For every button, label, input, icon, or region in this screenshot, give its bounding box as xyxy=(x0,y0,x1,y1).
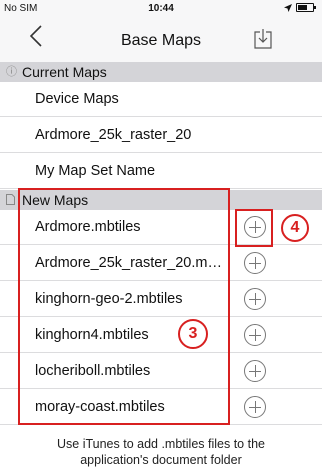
help-text: Use iTunes to add .mbtiles files to the … xyxy=(0,436,322,468)
add-circle-icon[interactable] xyxy=(244,324,266,346)
annotation-callout-4: 4 xyxy=(281,214,309,242)
annotation-box-add-button xyxy=(235,209,273,247)
add-circle-icon[interactable] xyxy=(244,396,266,418)
current-map-row[interactable]: My Map Set Name xyxy=(0,154,322,189)
annotation-callout-3: 3 xyxy=(178,319,208,349)
help-text-line-1: Use iTunes to add .mbtiles files to the xyxy=(57,437,265,451)
navigation-bar: Base Maps xyxy=(0,18,322,62)
add-circle-icon[interactable] xyxy=(244,288,266,310)
add-circle-icon[interactable] xyxy=(244,252,266,274)
current-map-row[interactable]: Ardmore_25k_raster_20 xyxy=(0,118,322,153)
map-name: My Map Set Name xyxy=(35,163,156,179)
current-maps-header: ⓘ Current Maps xyxy=(0,62,322,82)
clock: 10:44 xyxy=(148,3,174,14)
help-text-line-2: application's document folder xyxy=(80,453,242,467)
info-icon: ⓘ xyxy=(6,66,17,78)
status-indicators xyxy=(284,3,316,12)
download-icon xyxy=(254,29,272,49)
battery-icon xyxy=(296,3,316,12)
download-button[interactable] xyxy=(254,29,272,54)
annotation-box-new-maps xyxy=(18,188,230,425)
add-circle-icon[interactable] xyxy=(244,360,266,382)
map-name: Device Maps xyxy=(35,91,119,107)
map-name: Ardmore_25k_raster_20 xyxy=(35,127,192,143)
document-icon xyxy=(6,190,15,212)
section-title: Current Maps xyxy=(22,64,107,80)
current-map-row[interactable]: Device Maps xyxy=(0,82,322,117)
status-bar: No SIM 10:44 xyxy=(0,0,322,18)
location-arrow-icon xyxy=(284,3,292,12)
page-title: Base Maps xyxy=(120,32,202,49)
